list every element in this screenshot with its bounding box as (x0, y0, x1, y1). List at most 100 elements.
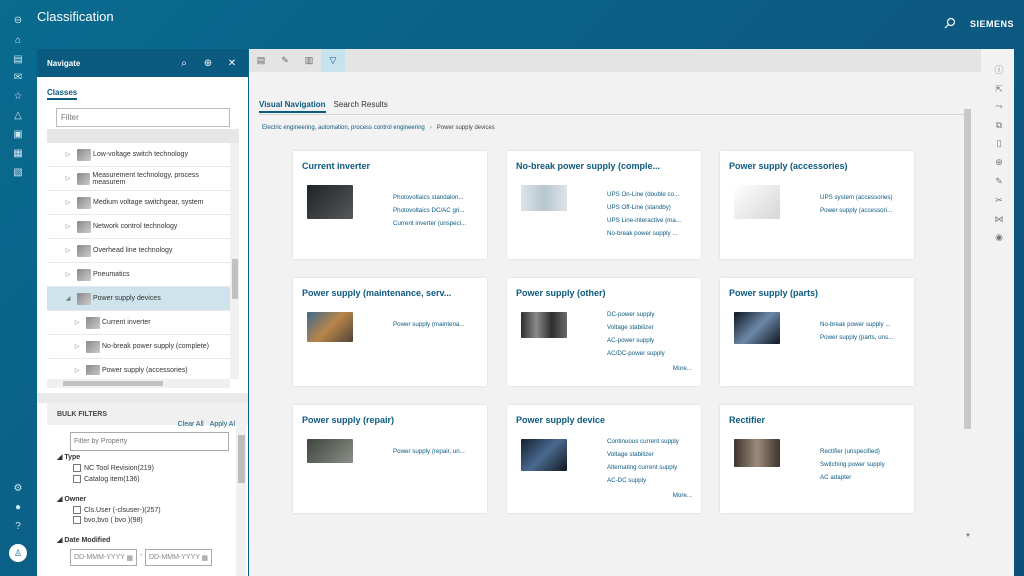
back-icon[interactable]: ⊖ (12, 14, 24, 26)
schedule-icon[interactable]: ▦ (12, 147, 24, 159)
tools-icon[interactable]: ✂ (993, 194, 1005, 206)
tree-item[interactable]: ▷ Power supply (accessories) (47, 359, 230, 375)
card-link[interactable]: Current inverter (unspeci... (393, 217, 483, 230)
chevron-right-icon[interactable]: ▷ (63, 199, 73, 206)
chat-icon[interactable]: ● (12, 501, 24, 513)
facet-option[interactable]: Cls.User (-clsuser-)(257) (73, 506, 161, 514)
panel-divider[interactable] (37, 393, 248, 403)
class-card-rectifier[interactable]: Rectifier Rectifier (unspecified) Switch… (720, 405, 914, 513)
class-card-power-supply-repair[interactable]: Power supply (repair) Power supply (repa… (293, 405, 487, 513)
view-icon[interactable]: ◉ (993, 231, 1005, 243)
class-card-no-break-power[interactable]: No-break power supply (comple... UPS On-… (507, 151, 701, 259)
card-link[interactable]: Voltage stabilizer (607, 448, 697, 461)
export-icon[interactable]: ⇱ (993, 83, 1005, 95)
avatar[interactable]: ♙ (9, 544, 27, 562)
tree-item[interactable]: ▷ Network control technology (47, 215, 230, 239)
add-icon[interactable]: ⊕ (202, 57, 214, 69)
edit-icon[interactable]: ✎ (993, 175, 1005, 187)
card-link[interactable]: Alternating current supply (607, 461, 697, 474)
chevron-down-icon[interactable]: ▼ (965, 533, 971, 539)
inbox-icon[interactable]: ▤ (12, 53, 24, 65)
card-link[interactable]: Voltage stabilizer (607, 321, 697, 334)
tree-item[interactable]: ▷ Current inverter (47, 311, 230, 335)
date-from-field[interactable]: DD-MMM-YYYY ▦ (70, 549, 137, 566)
tree-scrollbar[interactable] (230, 143, 239, 379)
alert-icon[interactable]: △ (12, 109, 24, 121)
network-icon[interactable]: ⋈ (993, 213, 1005, 225)
date-to-field[interactable]: DD-MMM-YYYY ▦ (145, 549, 212, 566)
card-link[interactable]: Power supply (repair, un... (393, 445, 483, 458)
chevron-right-icon[interactable]: ▷ (72, 343, 82, 350)
tab-visual-navigation[interactable]: Visual Navigation (259, 100, 326, 113)
card-link[interactable]: Power supply (accessori... (820, 204, 910, 217)
share-icon[interactable]: ⤳ (993, 100, 1005, 112)
list-view-icon[interactable]: ▤ (249, 49, 273, 72)
card-link[interactable]: UPS Off-Line (standby) (607, 201, 697, 214)
chevron-down-icon[interactable]: ◢ (63, 295, 73, 302)
card-link[interactable]: AC-DC supply (607, 474, 697, 487)
chevron-right-icon[interactable]: ▷ (63, 247, 73, 254)
chevron-right-icon[interactable]: ▷ (63, 271, 73, 278)
checkbox[interactable] (73, 475, 81, 483)
apply-all-link[interactable]: Apply Al (210, 421, 235, 428)
calendar-icon[interactable]: ▦ (126, 554, 133, 562)
card-link[interactable]: Rectifier (unspecified) (820, 445, 910, 458)
card-link[interactable]: No-break power supply ... (607, 227, 697, 240)
card-link[interactable]: Photovoltaics standalon... (393, 191, 483, 204)
card-link[interactable]: No-break power supply ... (820, 318, 910, 331)
class-card-power-supply-other[interactable]: Power supply (other) DC-power supply Vol… (507, 278, 701, 386)
search-icon[interactable] (944, 17, 956, 29)
class-card-current-inverter[interactable]: Current inverter Photovoltaics standalon… (293, 151, 487, 259)
chevron-right-icon[interactable]: ▷ (72, 367, 82, 374)
scroll-thumb[interactable] (964, 109, 971, 429)
tab-search-results[interactable]: Search Results (334, 100, 388, 113)
card-link[interactable]: Power supply (maintena... (393, 318, 483, 331)
facet-option[interactable]: NC Tool Revision(219) (73, 464, 154, 472)
chevron-right-icon[interactable]: ▷ (72, 319, 82, 326)
class-card-power-supply-parts[interactable]: Power supply (parts) No-break power supp… (720, 278, 914, 386)
paste-icon[interactable]: ▯ (993, 137, 1005, 149)
facet-option[interactable]: bvo,bvo ( bvo )(98) (73, 516, 143, 524)
clear-all-link[interactable]: Clear All (178, 421, 204, 428)
card-link[interactable]: UPS On-Line (double co... (607, 188, 697, 201)
tree-item[interactable]: ▷ No-break power supply (complete) (47, 335, 230, 359)
more-link[interactable]: More... (673, 492, 692, 499)
facet-date-title[interactable]: ◢ Date Modified (57, 536, 110, 544)
help-icon[interactable]: ? (12, 520, 24, 532)
property-filter-input[interactable] (70, 432, 229, 451)
chevron-right-icon[interactable]: ▷ (63, 175, 73, 182)
tree-item[interactable]: ▷ Low-voltage switch technology (47, 143, 230, 167)
report-icon[interactable]: ▧ (12, 166, 24, 178)
settings-icon[interactable]: ⚙ (12, 482, 24, 494)
card-link[interactable]: Continuous current supply (607, 435, 697, 448)
tree-item[interactable]: ▷ Pneumatics (47, 263, 230, 287)
card-link[interactable]: DC-power supply (607, 308, 697, 321)
more-link[interactable]: More... (673, 365, 692, 372)
card-link[interactable]: Power supply (parts, uns... (820, 331, 910, 344)
filter-icon[interactable]: ▽ (321, 49, 345, 72)
tree-item-selected[interactable]: ◢ Power supply devices (47, 287, 230, 311)
card-link[interactable]: Photovoltaics DC/AC gri... (393, 204, 483, 217)
tab-classes[interactable]: Classes (47, 88, 78, 100)
facet-owner-title[interactable]: ◢ Owner (57, 495, 86, 503)
tree-item[interactable]: ▷ Overhead line technology (47, 239, 230, 263)
card-link[interactable]: UPS Line-interactive (ma... (607, 214, 697, 227)
class-card-power-supply-device[interactable]: Power supply device Continuous current s… (507, 405, 701, 513)
edit-icon[interactable]: ✎ (273, 49, 297, 72)
info-icon[interactable]: ⓘ (993, 63, 1005, 75)
facet-type-title[interactable]: ◢ Type (57, 453, 80, 461)
copy-icon[interactable]: ⧉ (993, 119, 1005, 131)
document-icon[interactable]: ▥ (297, 49, 321, 72)
scroll-thumb[interactable] (63, 381, 163, 386)
calendar-icon[interactable]: ▦ (201, 554, 208, 562)
main-scrollbar[interactable] (964, 109, 972, 429)
breadcrumb-link[interactable]: Electric engineering, automation, proces… (262, 125, 425, 131)
close-icon[interactable]: ✕ (226, 57, 238, 69)
checkbox[interactable] (73, 506, 81, 514)
scroll-thumb[interactable] (232, 259, 238, 299)
checkbox[interactable] (73, 516, 81, 524)
tree-hscrollbar[interactable] (47, 379, 230, 388)
card-link[interactable]: UPS system (accessories) (820, 191, 910, 204)
mail-icon[interactable]: ✉ (12, 71, 24, 83)
class-card-maintenance[interactable]: Power supply (maintenance, serv... Power… (293, 278, 487, 386)
